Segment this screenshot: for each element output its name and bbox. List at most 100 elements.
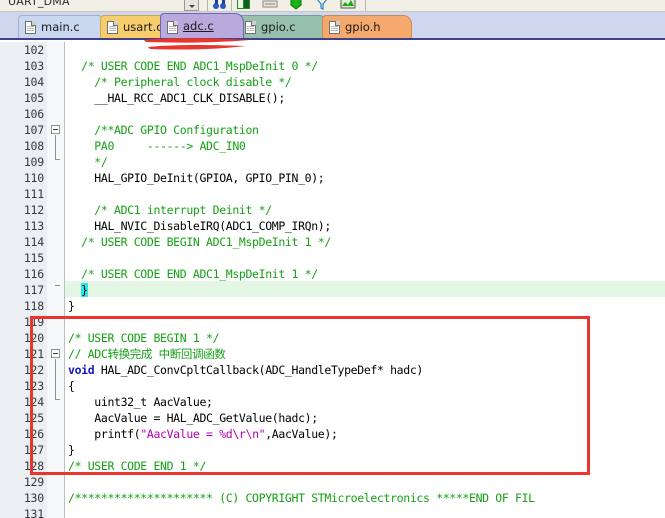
code-text: uint32_t AacValue; [68, 395, 213, 409]
fold-guide [55, 135, 56, 159]
code-line[interactable]: 118} [0, 298, 665, 314]
code-text: /********************* (C) COPYRIGHT STM… [68, 491, 535, 505]
line-number: 123 [23, 379, 44, 393]
code-editor-area[interactable]: 102 103 /* USER CODE END ADC1_MspDeInit 0… [0, 42, 665, 518]
line-number: 108 [23, 139, 44, 153]
code-text: __HAL_RCC_ADC1_CLK_DISABLE(); [68, 91, 285, 105]
file-icon [107, 21, 118, 34]
line-number: 114 [23, 235, 44, 249]
line-number: 115 [23, 251, 44, 265]
code-line[interactable]: 115 [0, 250, 665, 266]
code-line[interactable]: 121 // ADC转换完成 中断回调函数 [0, 346, 665, 362]
code-line[interactable]: 109 */ [0, 154, 665, 170]
fold-guide-end [55, 317, 60, 318]
line-number: 116 [23, 267, 44, 281]
code-text: } [81, 283, 88, 297]
file-icon [329, 21, 340, 34]
insert-icon[interactable] [262, 0, 278, 11]
code-line[interactable]: 124 uint32_t AacValue; [0, 394, 665, 410]
line-number: 121 [23, 347, 44, 361]
code-line[interactable]: 105 __HAL_RCC_ADC1_CLK_DISABLE(); [0, 90, 665, 106]
code-line[interactable]: 117 } [0, 282, 665, 298]
line-number: 122 [23, 363, 44, 377]
code-line[interactable]: 108 PA0 ------> ADC_IN0 [0, 138, 665, 154]
line-number: 129 [23, 475, 44, 489]
line-number: 124 [23, 395, 44, 409]
code-line[interactable]: 116 /* USER CODE END ADC1_MspDeInit 1 */ [0, 266, 665, 282]
fold-toggle-107[interactable] [51, 125, 60, 134]
line-number: 130 [23, 491, 44, 505]
code-text: PA0 ------> ADC_IN0 [68, 139, 246, 153]
tab-gpio-h[interactable]: gpio.h [322, 15, 412, 38]
code-line[interactable]: 120 /* USER CODE BEGIN 1 */ [0, 330, 665, 346]
code-text: /* Peripheral clock disable */ [68, 75, 292, 89]
chevron-down-icon[interactable] [184, 0, 199, 11]
line-number: 113 [23, 219, 44, 233]
line-number: 105 [23, 91, 44, 105]
code-line[interactable]: 113 HAL_NVIC_DisableIRQ(ADC1_COMP_IRQn); [0, 218, 665, 234]
tab-main-c[interactable]: main.c [18, 15, 106, 38]
file-icon [25, 21, 36, 34]
toolbar-separator [231, 0, 232, 11]
code-line[interactable]: 106 [0, 106, 665, 122]
code-editor-window: UART_DMA main.c usart.c adc.c gpio.c gpi… [0, 0, 665, 518]
code-line[interactable]: 103 /* USER CODE END ADC1_MspDeInit 0 */ [0, 58, 665, 74]
line-number: 111 [23, 187, 44, 201]
code-line[interactable]: 112 /* ADC1 interrupt Deinit */ [0, 202, 665, 218]
fold-guide [55, 359, 56, 399]
tab-gpio-c[interactable]: gpio.c [238, 15, 328, 38]
file-icon [245, 21, 256, 34]
code-line[interactable]: 119 [0, 314, 665, 330]
code-line[interactable]: 114 /* USER CODE BEGIN ADC1_MspDeInit 1 … [0, 234, 665, 250]
tab-label: gpio.h [345, 19, 381, 34]
code-text: } [68, 299, 75, 313]
code-text: /* USER CODE BEGIN 1 */ [68, 331, 220, 345]
code-line[interactable]: 104 /* Peripheral clock disable */ [0, 74, 665, 90]
fold-guide-end [55, 285, 60, 286]
line-number: 128 [23, 459, 44, 473]
tab-label: usart.c [123, 19, 163, 34]
binoculars-icon[interactable] [212, 0, 228, 11]
toolbar-separator [365, 0, 366, 11]
code-line[interactable]: 127} [0, 442, 665, 458]
code-line[interactable]: 128 /* USER CODE END 1 */ [0, 458, 665, 474]
line-number: 107 [23, 123, 44, 137]
toolbar: UART_DMA [0, 0, 665, 12]
line-number: 104 [23, 75, 44, 89]
code-line[interactable]: 126 printf("AacValue = %d\r\n",AacValue)… [0, 426, 665, 442]
line-number: 125 [23, 411, 44, 425]
code-line[interactable]: 131 [0, 506, 665, 518]
code-line[interactable]: 130 /********************* (C) COPYRIGHT … [0, 490, 665, 506]
line-number: 127 [23, 443, 44, 457]
code-text: AacValue = HAL_ADC_GetValue(hadc); [68, 411, 318, 425]
code-line[interactable]: 111 [0, 186, 665, 202]
line-number: 117 [23, 283, 44, 297]
code-line[interactable]: 129 [0, 474, 665, 490]
code-line[interactable]: 110 HAL_GPIO_DeInit(GPIOA, GPIO_PIN_0); [0, 170, 665, 186]
line-number: 126 [23, 427, 44, 441]
code-text: } [68, 443, 75, 457]
code-text: void HAL_ADC_ConvCpltCallback(ADC_Handle… [68, 363, 423, 377]
file-icon [167, 20, 178, 34]
configuration-combobox[interactable]: UART_DMA [8, 0, 178, 11]
line-number: 112 [23, 203, 44, 217]
toolbar-separator [207, 0, 208, 11]
bookmark-icon[interactable] [288, 0, 304, 11]
code-text: printf("AacValue = %d\r\n",AacValue); [68, 427, 338, 441]
code-line[interactable]: 107 /**ADC GPIO Configuration [0, 122, 665, 138]
tab-adc-c[interactable]: adc.c [160, 13, 244, 38]
code-line[interactable]: 122 void HAL_ADC_ConvCpltCallback(ADC_Han… [0, 362, 665, 378]
code-line[interactable]: 102 [0, 42, 665, 58]
code-text: /**ADC GPIO Configuration [68, 123, 259, 137]
map-icon[interactable] [340, 0, 356, 11]
book-icon[interactable] [236, 0, 252, 11]
line-number: 109 [23, 155, 44, 169]
line-number: 119 [23, 315, 44, 329]
code-line[interactable]: 123 { [0, 378, 665, 394]
filter-icon[interactable] [314, 0, 330, 11]
code-text: /* USER CODE END ADC1_MspDeInit 1 */ [68, 267, 318, 281]
code-line[interactable]: 125 AacValue = HAL_ADC_GetValue(hadc); [0, 410, 665, 426]
editor-tab-bar: main.c usart.c adc.c gpio.c gpio.h [0, 12, 665, 40]
fold-toggle-123[interactable] [51, 349, 60, 358]
line-number: 118 [23, 299, 44, 313]
